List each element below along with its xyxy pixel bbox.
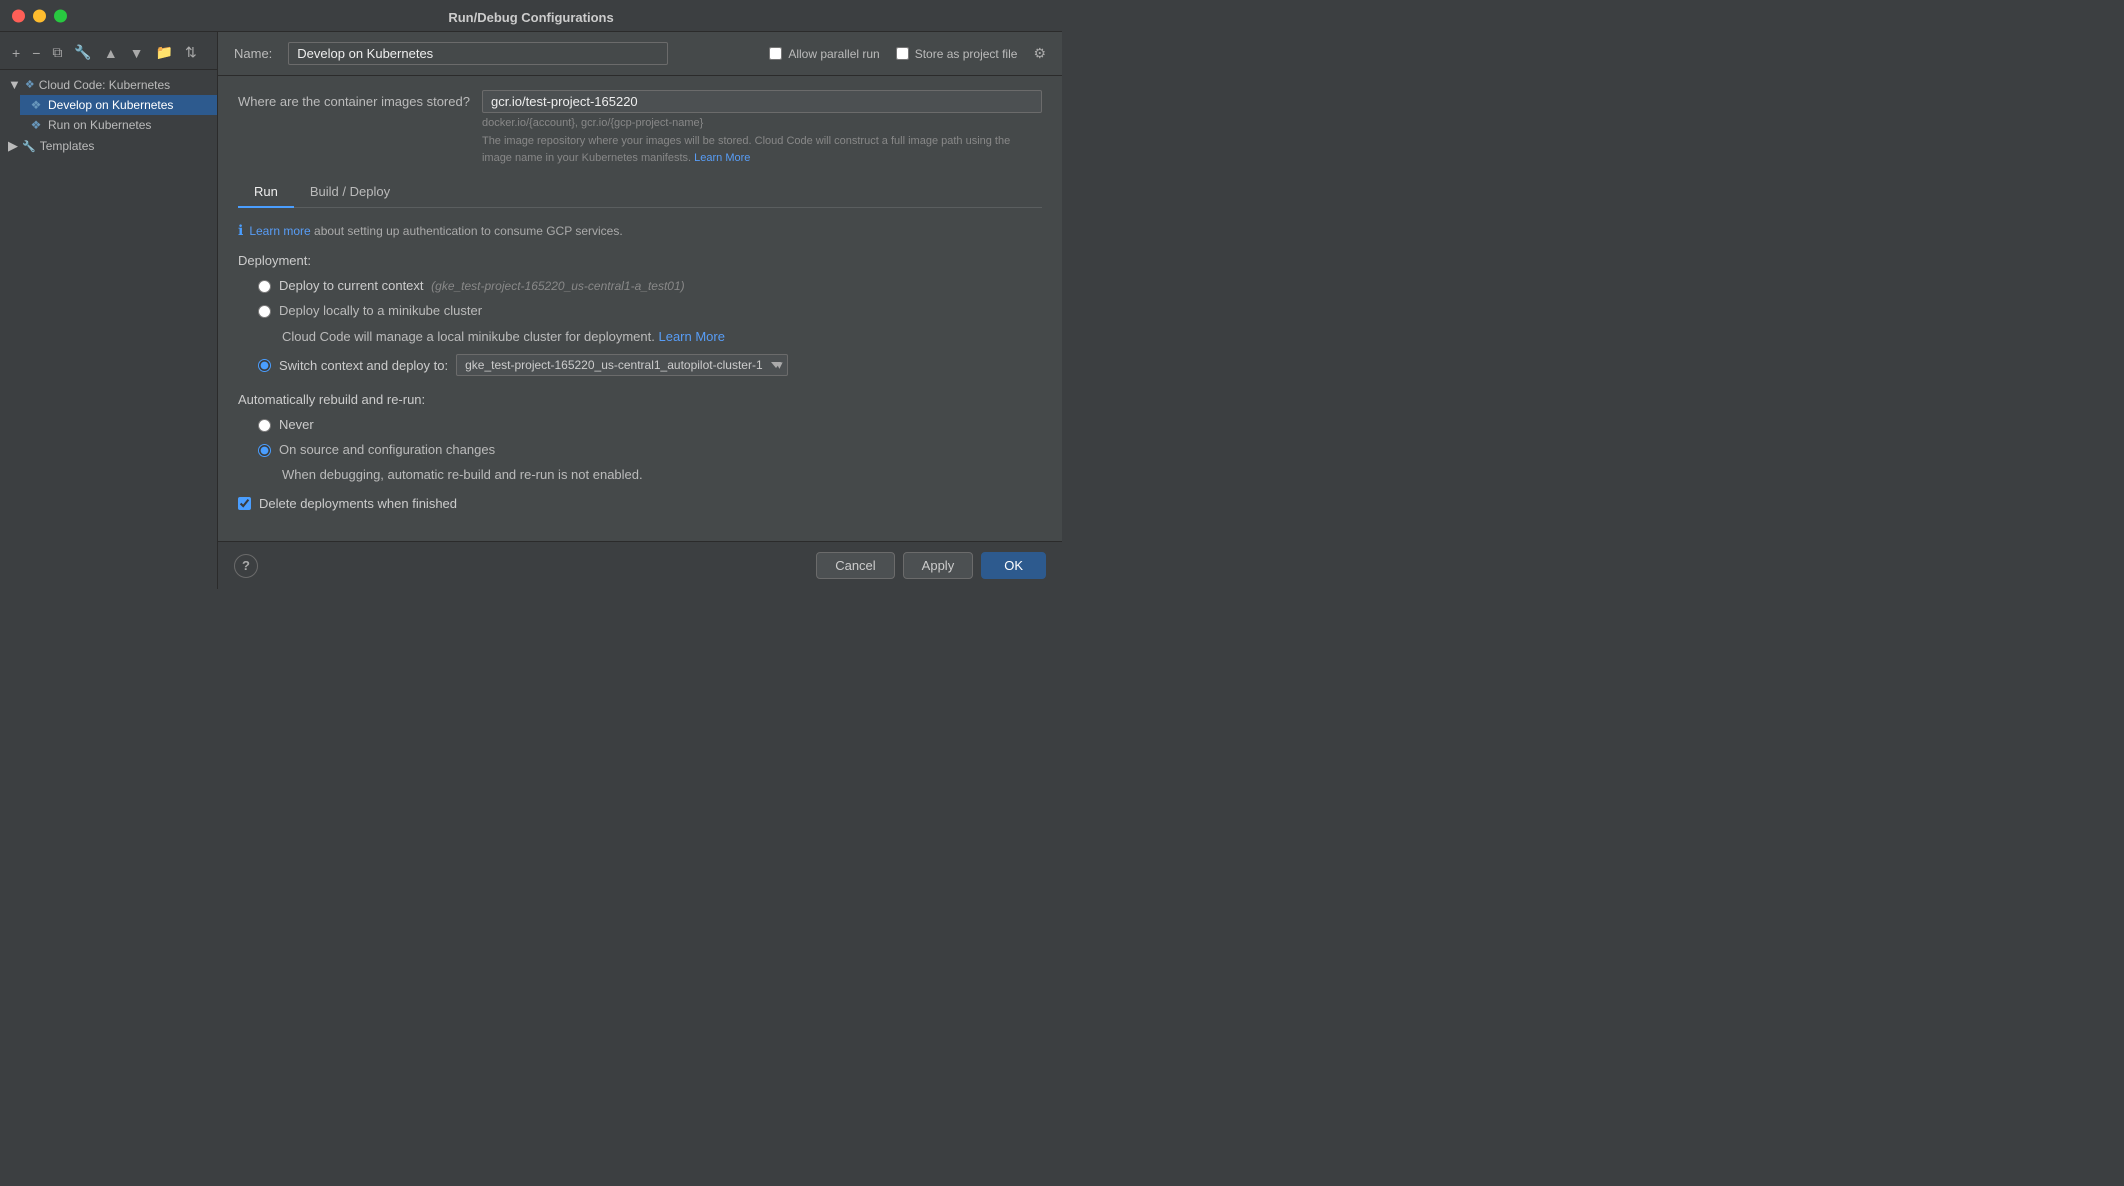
maximize-button[interactable] xyxy=(54,9,67,22)
move-down-button[interactable]: ▼ xyxy=(126,43,148,63)
sidebar-item-develop-kubernetes[interactable]: ❖ Develop on Kubernetes xyxy=(20,95,217,115)
deploy-minikube-radio[interactable] xyxy=(258,305,271,318)
tab-build-deploy[interactable]: Build / Deploy xyxy=(294,178,406,208)
develop-kubernetes-icon: ❖ xyxy=(28,98,44,112)
switch-context-row: Switch context and deploy to: gke_test-p… xyxy=(238,354,1042,376)
radio-deploy-minikube-row: Deploy locally to a minikube cluster xyxy=(258,303,482,318)
close-button[interactable] xyxy=(12,9,25,22)
container-images-input[interactable] xyxy=(482,90,1042,113)
project-settings-icon[interactable]: ⚙ xyxy=(1033,45,1046,62)
tab-run[interactable]: Run xyxy=(238,178,294,208)
delete-deployments-label: Delete deployments when finished xyxy=(259,496,457,511)
auto-rebuild-section-label: Automatically rebuild and re-run: xyxy=(238,392,1042,407)
auto-rebuild-never-label: Never xyxy=(279,417,314,432)
allow-parallel-run-group: Allow parallel run xyxy=(769,47,879,61)
auto-rebuild-source-subtext: When debugging, automatic re-build and r… xyxy=(282,467,643,482)
switch-context-dropdown[interactable]: gke_test-project-165220_us-central1_auto… xyxy=(456,354,788,376)
container-images-row: Where are the container images stored? d… xyxy=(238,90,1042,166)
store-project-file-group: Store as project file xyxy=(896,47,1018,61)
auto-rebuild-source-subtext-wrap: When debugging, automatic re-build and r… xyxy=(258,467,643,482)
radio-deploy-current-context: Deploy to current context (gke_test-proj… xyxy=(238,278,1042,293)
auto-rebuild-never-content: Never xyxy=(279,417,314,432)
delete-deployments-row: Delete deployments when finished xyxy=(238,496,1042,511)
minimize-button[interactable] xyxy=(33,9,46,22)
deploy-current-context-label: Deploy to current context xyxy=(279,278,424,293)
deploy-minikube-subtext: Cloud Code will manage a local minikube … xyxy=(282,329,725,344)
deploy-current-context-hint: (gke_test-project-165220_us-central1-a_t… xyxy=(431,279,684,293)
move-up-button[interactable]: ▲ xyxy=(100,43,122,63)
switch-context-label: Switch context and deploy to: xyxy=(279,358,448,373)
develop-kubernetes-label: Develop on Kubernetes xyxy=(48,98,173,112)
container-images-label: Where are the container images stored? xyxy=(238,90,470,109)
content-header: Name: Allow parallel run Store as projec… xyxy=(218,32,1062,76)
sidebar-children-cloud-code: ❖ Develop on Kubernetes ❖ Run on Kuberne… xyxy=(0,95,217,135)
container-images-desc: The image repository where your images w… xyxy=(482,133,1042,166)
sidebar-toolbar: + − ⧉ 🔧 ▲ ▼ 📁 ⇅ xyxy=(0,38,217,70)
allow-parallel-run-label: Allow parallel run xyxy=(788,47,879,61)
container-images-learn-more[interactable]: Learn More xyxy=(694,152,750,164)
auto-rebuild-source-label: On source and configuration changes xyxy=(279,442,495,457)
auto-rebuild-never-radio[interactable] xyxy=(258,419,271,432)
radio-on-source-changes: On source and configuration changes When… xyxy=(238,442,1042,482)
run-kubernetes-icon: ❖ xyxy=(28,118,44,132)
sidebar-item-run-kubernetes[interactable]: ❖ Run on Kubernetes xyxy=(20,115,217,135)
header-checkboxes: Allow parallel run Store as project file… xyxy=(769,45,1046,62)
radio-never: Never xyxy=(238,417,1042,432)
deployment-section-label: Deployment: xyxy=(238,253,1042,268)
info-icon: ℹ xyxy=(238,222,243,239)
store-project-file-label: Store as project file xyxy=(915,47,1018,61)
content-body: Where are the container images stored? d… xyxy=(218,76,1062,541)
radio-on-source-changes-row: On source and configuration changes xyxy=(258,442,495,457)
sidebar-group-cloud-code: ▼ ❖ Cloud Code: Kubernetes ❖ Develop on … xyxy=(0,74,217,135)
allow-parallel-run-checkbox[interactable] xyxy=(769,47,782,60)
deploy-minikube-learn-more[interactable]: Learn More xyxy=(658,329,724,344)
delete-deployments-checkbox[interactable] xyxy=(238,497,251,510)
sidebar-group-header-cloud-code[interactable]: ▼ ❖ Cloud Code: Kubernetes xyxy=(0,74,217,95)
title-bar: Run/Debug Configurations xyxy=(0,0,1062,32)
info-banner-text: Learn more about setting up authenticati… xyxy=(249,224,622,238)
expand-arrow-templates: ▶ xyxy=(8,138,18,154)
window-controls xyxy=(12,9,67,22)
deploy-minikube-label: Deploy locally to a minikube cluster xyxy=(279,303,482,318)
deploy-current-context-content: Deploy to current context (gke_test-proj… xyxy=(279,278,685,293)
help-button[interactable]: ? xyxy=(234,554,258,578)
auto-rebuild-source-radio[interactable] xyxy=(258,444,271,457)
settings-config-button[interactable]: 🔧 xyxy=(70,42,95,63)
switch-context-radio[interactable] xyxy=(258,359,271,372)
info-learn-more-link[interactable]: Learn more xyxy=(249,224,310,238)
templates-group-label: Templates xyxy=(40,139,95,153)
main-content: Name: Allow parallel run Store as projec… xyxy=(218,32,1062,589)
deploy-minikube-desc: Cloud Code will manage a local minikube … xyxy=(282,329,655,344)
window-title: Run/Debug Configurations xyxy=(448,10,613,25)
ok-button[interactable]: OK xyxy=(981,552,1046,579)
sidebar-group-header-templates[interactable]: ▶ 🔧 Templates xyxy=(0,135,217,157)
store-project-file-checkbox[interactable] xyxy=(896,47,909,60)
add-config-button[interactable]: + xyxy=(8,43,24,63)
sidebar: + − ⧉ 🔧 ▲ ▼ 📁 ⇅ ▼ ❖ Cloud Code: Kubernet… xyxy=(0,32,218,589)
cloud-code-icon: ❖ xyxy=(25,78,35,91)
footer: ? Cancel Apply OK xyxy=(218,541,1062,589)
deploy-minikube-subtext-wrap: Cloud Code will manage a local minikube … xyxy=(258,329,725,344)
auto-rebuild-section: Automatically rebuild and re-run: Never … xyxy=(238,392,1042,482)
run-kubernetes-label: Run on Kubernetes xyxy=(48,118,151,132)
templates-icon: 🔧 xyxy=(22,140,36,153)
sort-button[interactable]: ⇅ xyxy=(181,42,201,63)
info-banner-suffix: about setting up authentication to consu… xyxy=(311,224,623,238)
deploy-current-context-radio[interactable] xyxy=(258,280,271,293)
folder-button[interactable]: 📁 xyxy=(152,42,177,63)
info-banner: ℹ Learn more about setting up authentica… xyxy=(238,222,1042,239)
tabs: Run Build / Deploy xyxy=(238,178,1042,208)
sidebar-group-templates: ▶ 🔧 Templates xyxy=(0,135,217,157)
radio-deploy-minikube: Deploy locally to a minikube cluster Clo… xyxy=(238,303,1042,344)
cloud-code-group-label: Cloud Code: Kubernetes xyxy=(39,78,170,92)
name-input[interactable] xyxy=(288,42,668,65)
name-label: Name: xyxy=(234,46,272,61)
apply-button[interactable]: Apply xyxy=(903,552,974,579)
cancel-button[interactable]: Cancel xyxy=(816,552,894,579)
container-images-hint: docker.io/{account}, gcr.io/{gcp-project… xyxy=(482,117,1042,129)
container-images-right: docker.io/{account}, gcr.io/{gcp-project… xyxy=(482,90,1042,166)
copy-config-button[interactable]: ⧉ xyxy=(48,42,66,63)
remove-config-button[interactable]: − xyxy=(28,43,44,63)
expand-arrow-cloud-code: ▼ xyxy=(8,77,21,92)
